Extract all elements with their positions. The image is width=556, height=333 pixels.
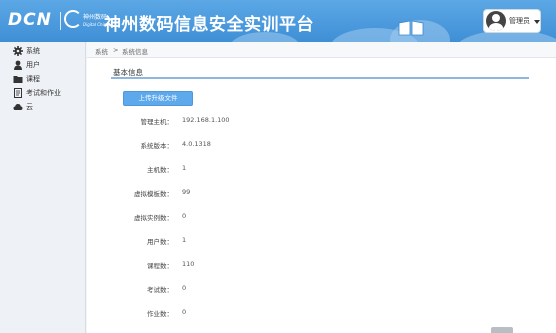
back-to-top-button[interactable] [491, 327, 513, 333]
app-title: 神州数码信息安全实训平台 [104, 15, 314, 35]
breadcrumb-item-system[interactable]: 系统 [95, 46, 108, 56]
info-label-version: 系统版本： [140, 142, 174, 150]
book-icon [398, 20, 424, 36]
sidebar: 系统 用户 课程 考试和作业 云 [0, 42, 86, 333]
info-value-exams: 0 [182, 284, 187, 292]
info-label-hosts: 主机数： [147, 166, 173, 174]
sidebar-item-label: 课程 [26, 75, 40, 83]
section-divider [111, 77, 529, 79]
document-icon [14, 88, 22, 98]
sidebar-item-users[interactable]: 用户 [0, 60, 86, 72]
sidebar-item-courses[interactable]: 课程 [0, 74, 86, 86]
info-value-users: 1 [182, 236, 187, 244]
info-label-templates: 虚拟模板数： [134, 190, 173, 198]
breadcrumb: 系统 > 系统信息 [87, 42, 556, 58]
sidebar-item-cloud[interactable]: 云 [0, 102, 86, 114]
sidebar-item-label: 考试和作业 [26, 89, 61, 97]
info-label-users: 用户数： [147, 238, 173, 246]
sidebar-item-label: 用户 [26, 61, 40, 69]
info-value-courses: 110 [182, 260, 195, 268]
digital-china-logo-icon [64, 10, 82, 28]
upload-upgrade-file-button[interactable]: 上传升级文件 [123, 91, 193, 106]
user-menu[interactable]: 管理员 [483, 9, 541, 33]
info-label-assignments: 作业数： [147, 310, 173, 318]
sidebar-item-label: 系统 [26, 47, 40, 55]
info-value-hosts: 1 [182, 164, 187, 172]
info-value-version: 4.0.1318 [182, 140, 211, 148]
avatar [486, 11, 506, 31]
sidebar-item-label: 云 [26, 103, 33, 111]
info-label-courses: 课程数： [147, 262, 173, 270]
info-label-exams: 考试数： [147, 286, 173, 294]
main-content: 系统 > 系统信息 基本信息 上传升级文件 管理主机： 192.168.1.10… [87, 42, 556, 333]
chevron-down-icon [534, 20, 540, 24]
breadcrumb-item-system-info: 系统信息 [122, 48, 148, 56]
breadcrumb-separator: > [113, 46, 119, 54]
folder-icon [13, 76, 23, 83]
app-header: DCN 神州数码 Digital China 神州数码信息安全实训平台 管理员 [0, 0, 556, 42]
info-value-templates: 99 [182, 188, 191, 196]
info-label-host: 管理主机： [140, 118, 174, 126]
user-icon [14, 60, 22, 70]
user-name: 管理员 [509, 17, 530, 25]
info-value-host: 192.168.1.100 [182, 116, 230, 124]
logo-dcn: DCN [8, 10, 52, 30]
logo-divider [60, 12, 61, 30]
sidebar-item-system[interactable]: 系统 [0, 46, 86, 58]
sidebar-item-exams[interactable]: 考试和作业 [0, 88, 86, 100]
info-value-instances: 0 [182, 212, 187, 220]
info-value-assignments: 0 [182, 308, 187, 316]
info-label-instances: 虚拟实例数： [134, 214, 173, 222]
gear-icon [13, 46, 23, 56]
cloud-icon [13, 104, 23, 110]
